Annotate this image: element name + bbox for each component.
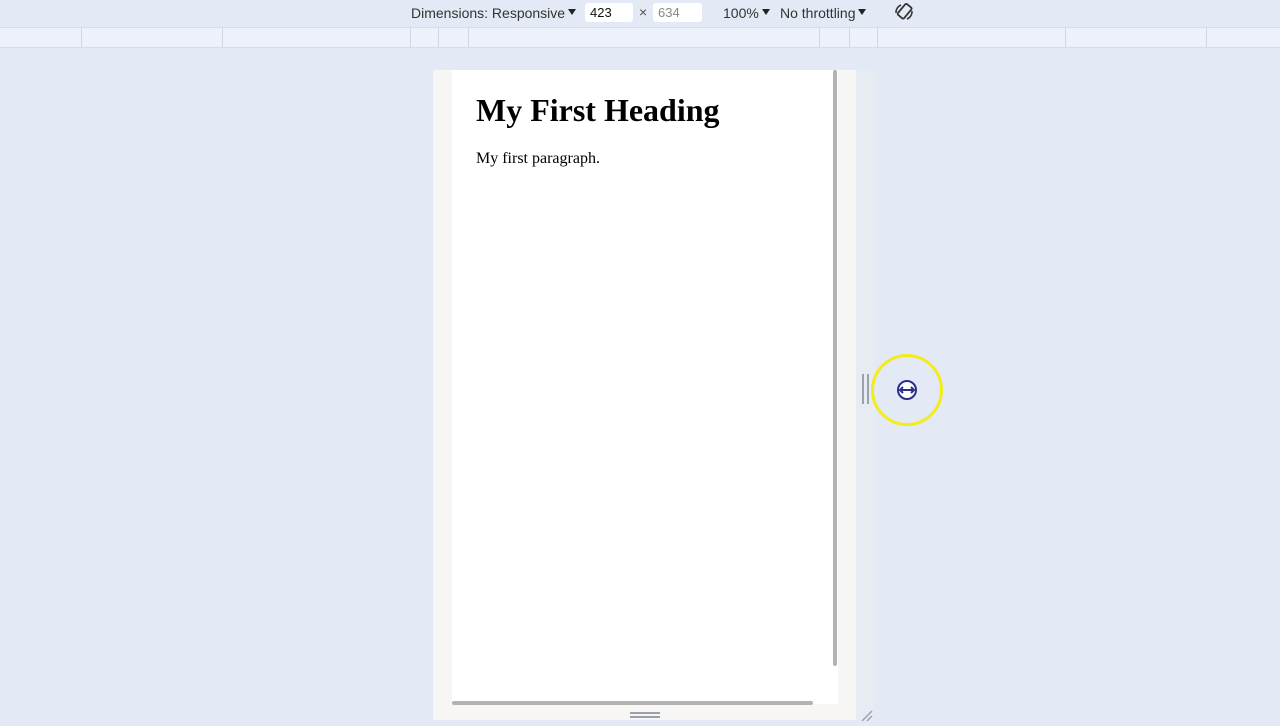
chevron-down-icon: [858, 9, 867, 15]
media-query-divider: [849, 28, 850, 47]
dimensions-dropdown[interactable]: Dimensions: Responsive: [411, 4, 577, 22]
media-query-bar[interactable]: [0, 27, 1280, 48]
media-query-divider: [438, 28, 439, 47]
width-input[interactable]: 423: [585, 3, 633, 22]
dimension-separator: ×: [639, 4, 648, 20]
vertical-scrollbar[interactable]: [833, 70, 837, 666]
page-heading: My First Heading: [476, 92, 720, 128]
chevron-down-icon: [568, 9, 577, 15]
throttling-dropdown[interactable]: No throttling: [780, 4, 867, 22]
right-resize-handle[interactable]: [862, 374, 870, 404]
media-query-divider: [81, 28, 82, 47]
media-query-divider: [468, 28, 469, 47]
resize-corner-icon[interactable]: [858, 708, 874, 722]
height-input[interactable]: 634: [653, 3, 702, 22]
device-toolbar: Dimensions: Responsive 423 × 634 100% No…: [0, 0, 1280, 26]
emulated-viewport[interactable]: My First Heading My first paragraph.: [452, 70, 838, 704]
throttling-label: No throttling: [780, 5, 856, 21]
device-frame: My First Heading My first paragraph.: [433, 70, 856, 720]
zoom-dropdown[interactable]: 100%: [723, 4, 770, 22]
media-query-divider: [1065, 28, 1066, 47]
media-query-divider: [819, 28, 820, 47]
horizontal-scrollbar[interactable]: [452, 701, 813, 705]
horizontal-resize-cursor-icon: [894, 378, 920, 402]
media-query-divider: [410, 28, 411, 47]
page-paragraph: My first paragraph.: [476, 150, 600, 167]
bottom-resize-handle[interactable]: [630, 712, 660, 718]
chevron-down-icon: [761, 9, 770, 15]
rotate-icon[interactable]: [893, 1, 915, 23]
media-query-divider: [222, 28, 223, 47]
media-query-divider: [877, 28, 878, 47]
zoom-label: 100%: [723, 5, 759, 21]
media-query-divider: [1206, 28, 1207, 47]
dimensions-label: Dimensions: Responsive: [411, 5, 566, 21]
